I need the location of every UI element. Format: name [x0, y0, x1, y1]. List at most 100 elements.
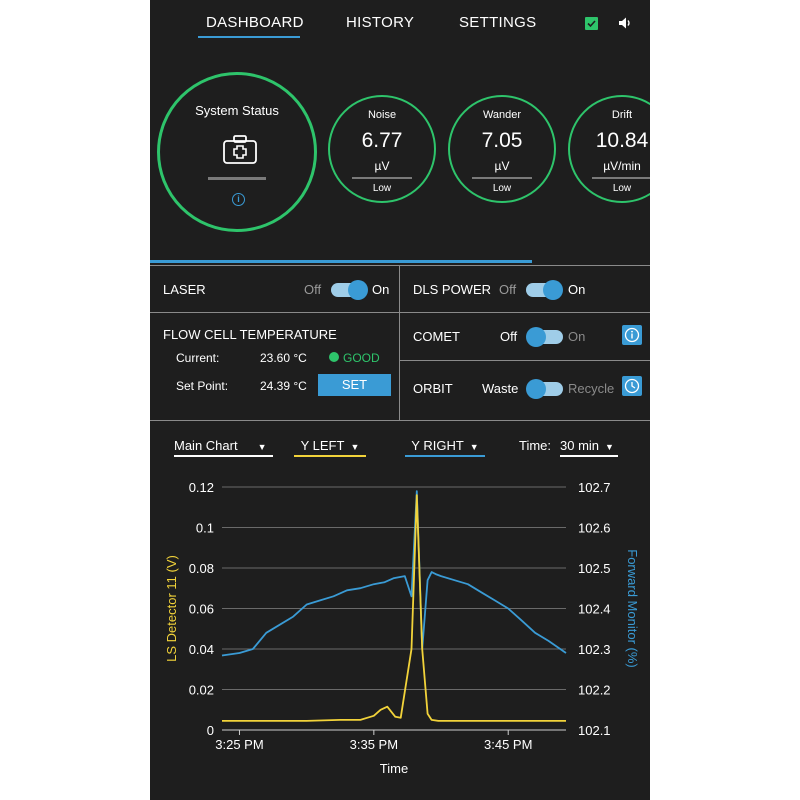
- y-right-tick-label: 102.2: [578, 683, 611, 698]
- check-icon[interactable]: [585, 17, 598, 30]
- laser-off-label: Off: [304, 282, 322, 297]
- noise-metric-ring[interactable]: Noise 6.77 µV Low: [328, 95, 436, 203]
- divider: [400, 360, 650, 361]
- y-left-tick-label: 0.04: [189, 642, 214, 657]
- divider: [150, 312, 650, 313]
- metric-level: Low: [612, 183, 632, 194]
- comet-toggle[interactable]: [526, 327, 563, 347]
- metric-title: Wander: [482, 109, 522, 121]
- info-icon[interactable]: i: [232, 193, 245, 206]
- y-left-select-label: Y LEFT: [300, 438, 345, 453]
- metric-level: Low: [372, 183, 392, 194]
- system-status-bar: [208, 177, 266, 180]
- orbit-clock-button[interactable]: [622, 376, 642, 396]
- metric-value: 6.77: [361, 129, 403, 152]
- metric-value: 7.05: [481, 129, 523, 152]
- x-tick-label: 3:45 PM: [484, 737, 532, 752]
- y-left-tick-label: 0.12: [189, 480, 214, 495]
- y-left-tick-label: 0.06: [189, 602, 214, 617]
- system-status-title: System Status: [195, 103, 279, 118]
- dls-power-off-label: Off: [499, 282, 517, 297]
- setpoint-label: Set Point:: [176, 379, 229, 393]
- main-chart[interactable]: 0 102.1 0.02 102.2 0.04 102.3 0.06 102.4 0.08 102…: [150, 470, 650, 800]
- tab-history[interactable]: HISTORY: [346, 14, 414, 31]
- dashboard-app: DASHBOARD HISTORY SETTINGS System Status…: [150, 0, 650, 800]
- flow-cell-title: FLOW CELL TEMPERATURE: [163, 327, 337, 342]
- chevron-down-icon: ▼: [469, 442, 479, 452]
- current-temp-value: 23.60 °C: [260, 351, 307, 365]
- time-range-select-label: 30 min: [560, 438, 600, 453]
- wander-metric-ring[interactable]: Wander 7.05 µV Low: [448, 95, 556, 203]
- dls-power-toggle[interactable]: [526, 280, 563, 300]
- toggle-knob: [348, 280, 368, 300]
- status-good-dot: [329, 352, 339, 362]
- laser-label: LASER: [163, 282, 206, 297]
- time-label: Time:: [519, 438, 552, 453]
- main-chart-select-label: Main Chart: [174, 438, 238, 453]
- y-left-tick-label: 0.1: [196, 521, 214, 536]
- clock-icon: [624, 378, 640, 394]
- chevron-down-icon: ▼: [605, 442, 614, 452]
- x-tick-label: 3:25 PM: [215, 737, 263, 752]
- divider: [399, 265, 400, 420]
- setpoint-value: 24.39 °C: [260, 379, 307, 393]
- drift-metric-ring[interactable]: Drift 10.84 µV/min Low: [568, 95, 650, 203]
- y-right-tick-label: 102.4: [578, 602, 611, 617]
- y-right-select[interactable]: Y RIGHT ▼: [405, 438, 485, 457]
- orbit-recycle-label: Recycle: [568, 381, 615, 396]
- orbit-label: ORBIT: [413, 381, 453, 396]
- orbit-waste-label: Waste: [482, 381, 519, 396]
- set-button[interactable]: SET: [318, 374, 391, 396]
- y-left-select[interactable]: Y LEFT ▼: [294, 438, 366, 457]
- metric-bar: [472, 177, 532, 179]
- first-aid-kit-icon: [222, 135, 258, 165]
- laser-toggle[interactable]: [331, 280, 368, 300]
- info-icon: [624, 327, 640, 343]
- laser-on-label: On: [372, 282, 390, 297]
- y-left-tick-label: 0: [207, 723, 214, 738]
- toggle-knob: [543, 280, 563, 300]
- dls-power-on-label: On: [568, 282, 586, 297]
- metric-unit: µV/min: [603, 159, 641, 173]
- comet-off-label: Off: [500, 329, 518, 344]
- y-right-axis-label: Forward Monitor (%): [625, 549, 640, 667]
- y-right-tick-label: 102.7: [578, 480, 611, 495]
- y-left-tick-label: 0.02: [189, 683, 214, 698]
- metric-bar: [592, 177, 650, 179]
- metric-value: 10.84: [595, 129, 649, 152]
- time-range-select[interactable]: 30 min ▼: [560, 438, 618, 457]
- divider: [150, 420, 650, 421]
- y-right-tick-label: 102.1: [578, 723, 611, 738]
- chevron-down-icon: ▼: [350, 442, 360, 452]
- y-right-tick-label: 102.3: [578, 642, 611, 657]
- dls-power-label: DLS POWER: [413, 282, 492, 297]
- tab-dashboard[interactable]: DASHBOARD: [206, 14, 304, 31]
- y-right-tick-label: 102.5: [578, 561, 611, 576]
- system-status-ring[interactable]: System Status i: [157, 72, 317, 232]
- metric-level: Low: [492, 183, 512, 194]
- series-line-forward-monitor: [221, 490, 567, 657]
- metric-title: Drift: [611, 109, 633, 121]
- active-tab-indicator: [198, 36, 300, 38]
- metric-unit: µV: [374, 159, 390, 173]
- metric-bar: [352, 177, 412, 179]
- temp-status-badge: GOOD: [343, 351, 380, 365]
- current-temp-label: Current:: [176, 351, 220, 365]
- y-left-axis-label: LS Detector 11 (V): [164, 555, 179, 662]
- y-right-select-label: Y RIGHT: [411, 438, 464, 453]
- y-right-tick-label: 102.6: [578, 521, 611, 536]
- chevron-down-icon: ▼: [257, 442, 267, 452]
- speaker-icon[interactable]: [617, 15, 633, 31]
- toggle-knob: [526, 327, 546, 347]
- comet-label: COMET: [413, 329, 460, 344]
- toggle-knob: [526, 379, 546, 399]
- comet-on-label: On: [568, 329, 586, 344]
- tab-settings[interactable]: SETTINGS: [459, 14, 536, 31]
- divider: [150, 265, 650, 266]
- metric-unit: µV: [494, 159, 510, 173]
- main-chart-select[interactable]: Main Chart ▼: [174, 438, 273, 457]
- comet-info-button[interactable]: [622, 325, 642, 345]
- orbit-toggle[interactable]: [526, 379, 563, 399]
- x-tick-label: 3:35 PM: [350, 737, 398, 752]
- carousel-scroll-indicator[interactable]: [150, 260, 532, 263]
